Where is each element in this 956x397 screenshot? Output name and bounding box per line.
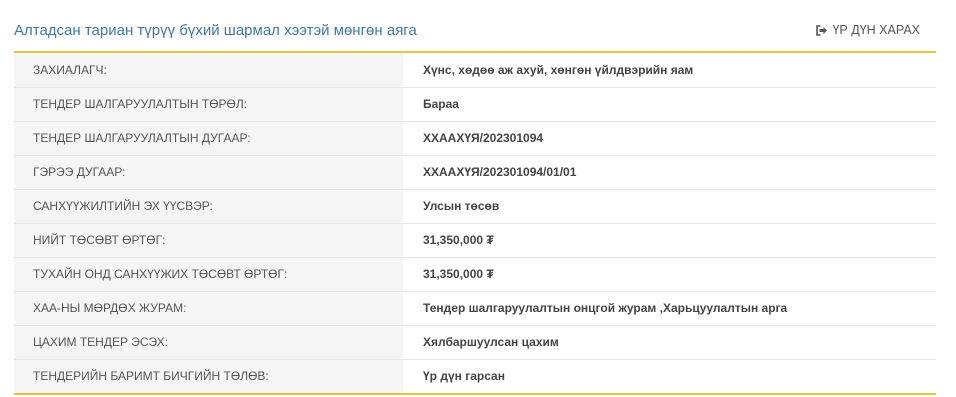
page-title: Алтадсан тариан түрүү бүхий шармал хээтэ… [14, 22, 417, 39]
table-row: ГЭРЭЭ ДУГААР: ХХААХҮЯ/202301094/01/01 [14, 154, 936, 189]
row-label: НИЙТ ТӨСӨВТ ӨРТӨГ: [14, 222, 403, 257]
table-row: ТЕНДЕРИЙН БАРИМТ БИЧГИЙН ТӨЛӨВ: Үр дүн га… [14, 358, 936, 393]
row-value: Бараа [403, 86, 936, 121]
table-row: НИЙТ ТӨСӨВТ ӨРТӨГ: 31,350,000 ₮ [14, 222, 936, 257]
row-value: Үр дүн гарсан [403, 358, 936, 393]
panel-header: Алтадсан тариан түрүү бүхий шармал хээтэ… [14, 18, 936, 48]
row-value: Улсын төсөв [403, 188, 936, 223]
row-label: ТЕНДЕР ШАЛГАРУУЛАЛТЫН ДУГААР: [14, 120, 403, 155]
row-value: Хялбаршуулсан цахим [403, 324, 936, 359]
row-label: ЗАХИАЛАГЧ: [14, 53, 403, 87]
row-value: ХХААХҮЯ/202301094 [403, 120, 936, 155]
row-value: Тендер шалгаруулалтын онцгой журам ,Харь… [403, 290, 936, 325]
row-value: 31,350,000 ₮ [403, 256, 936, 291]
row-label: ТУХАЙН ОНД САНХҮҮЖИХ ТӨСӨВТ ӨРТӨГ: [14, 256, 403, 291]
table-row: ТЕНДЕР ШАЛГАРУУЛАЛТЫН ТӨРӨЛ: Бараа [14, 86, 936, 121]
row-label: ХАА-НЫ МӨРДӨХ ЖУРАМ: [14, 290, 403, 325]
table-row: ЗАХИАЛАГЧ: Хүнс, хөдөө аж ахуй, хөнгөн үй… [14, 53, 936, 87]
row-value: Хүнс, хөдөө аж ахуй, хөнгөн үйлдвэрийн я… [403, 53, 936, 87]
view-result-label: ҮР ДҮН ХАРАХ [832, 23, 920, 37]
table-row: САНХҮҮЖИЛТИЙН ЭХ ҮҮСВЭР: Улсын төсөв [14, 188, 936, 223]
tender-detail-panel: Алтадсан тариан түрүү бүхий шармал хээтэ… [0, 0, 956, 397]
tender-info-table: ЗАХИАЛАГЧ: Хүнс, хөдөө аж ахуй, хөнгөн үй… [14, 51, 936, 395]
view-result-link[interactable]: ҮР ДҮН ХАРАХ [816, 23, 920, 37]
tender-info-body: ЗАХИАЛАГЧ: Хүнс, хөдөө аж ахуй, хөнгөн үй… [14, 53, 936, 393]
row-label: ТЕНДЕРИЙН БАРИМТ БИЧГИЙН ТӨЛӨВ: [14, 358, 403, 393]
table-row: ХАА-НЫ МӨРДӨХ ЖУРАМ: Тендер шалгаруулалты… [14, 290, 936, 325]
table-row: ТУХАЙН ОНД САНХҮҮЖИХ ТӨСӨВТ ӨРТӨГ: 31,350… [14, 256, 936, 291]
row-label: ЦАХИМ ТЕНДЕР ЭСЭХ: [14, 324, 403, 359]
row-label: ГЭРЭЭ ДУГААР: [14, 154, 403, 189]
table-row: ТЕНДЕР ШАЛГАРУУЛАЛТЫН ДУГААР: ХХААХҮЯ/202… [14, 120, 936, 155]
table-row: ЦАХИМ ТЕНДЕР ЭСЭХ: Хялбаршуулсан цахим [14, 324, 936, 359]
row-label: ТЕНДЕР ШАЛГАРУУЛАЛТЫН ТӨРӨЛ: [14, 86, 403, 121]
row-value: ХХААХҮЯ/202301094/01/01 [403, 154, 936, 189]
row-label: САНХҮҮЖИЛТИЙН ЭХ ҮҮСВЭР: [14, 188, 403, 223]
row-value: 31,350,000 ₮ [403, 222, 936, 257]
sign-out-icon [816, 24, 828, 36]
